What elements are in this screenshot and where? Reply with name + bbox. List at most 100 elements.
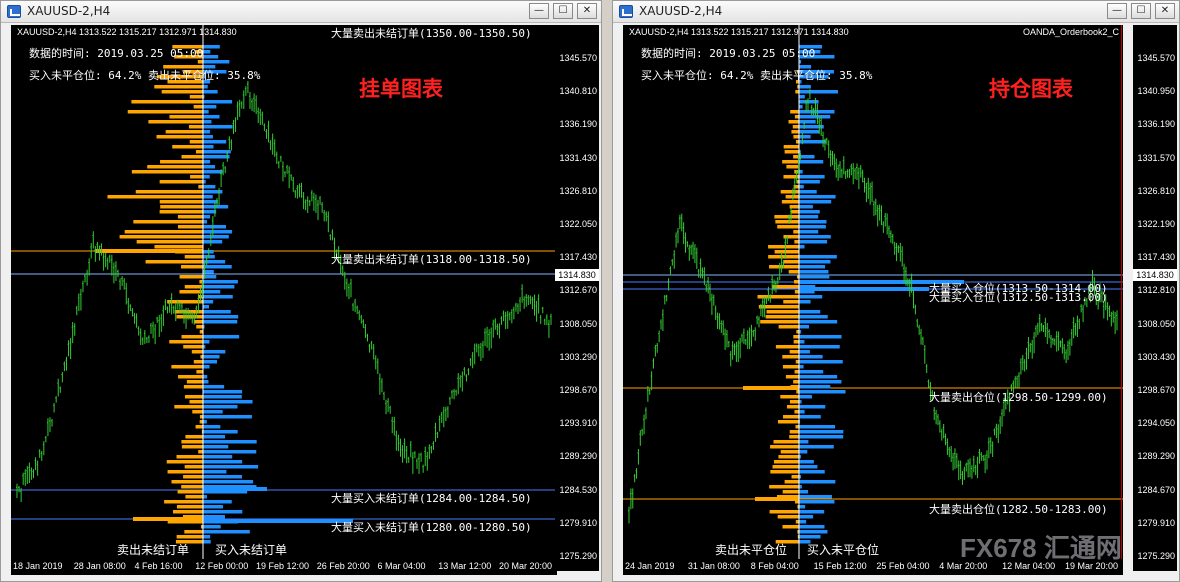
price-tick: 1289.290 [559, 451, 597, 462]
buy-bar [799, 220, 827, 224]
sell-bar [178, 375, 203, 379]
sell-bar [793, 380, 799, 384]
sell-bar [177, 225, 203, 229]
buy-bar [203, 100, 233, 104]
buy-bar [203, 185, 216, 189]
sell-bar [769, 510, 799, 514]
price-tick: 1312.670 [559, 285, 597, 296]
buy-bar [203, 530, 250, 534]
buy-bar [799, 120, 816, 124]
buy-bar [799, 490, 809, 494]
sell-bar [785, 375, 799, 379]
buy-bar [203, 540, 211, 544]
buy-bar [799, 380, 842, 384]
sell-bar [788, 120, 799, 124]
sell-bar [127, 110, 203, 114]
price-tick: 1303.430 [1137, 351, 1175, 362]
sell-bar [775, 345, 799, 349]
buy-bar [203, 165, 216, 169]
sell-bar [119, 235, 203, 239]
sell-bar [179, 275, 203, 279]
buy-bar [799, 170, 803, 174]
sell-bar [183, 345, 203, 349]
buy-bar [799, 495, 832, 499]
sell-bar [181, 155, 203, 159]
buy-bar [203, 385, 225, 389]
sell-bar [784, 150, 799, 154]
sell-bar [136, 240, 203, 244]
price-tick: 1294.050 [1137, 418, 1175, 429]
sell-bar [159, 210, 203, 214]
buy-bar [799, 205, 813, 209]
sell-bar [769, 265, 799, 269]
sell-bar [770, 470, 799, 474]
sell-bar [782, 365, 799, 369]
price-tick: 1340.810 [559, 86, 597, 97]
sell-bar [757, 295, 799, 299]
sell-bar [189, 400, 203, 404]
sell-bar [177, 490, 203, 494]
sell-bar [183, 385, 203, 389]
sell-bar [780, 190, 799, 194]
left-footer-buy: 买入未结订单 [215, 543, 288, 557]
right-chart-window[interactable]: XAUUSD-2,H4 — ☐ ✕ XAUUSD-2,H4 1313.522 1… [612, 0, 1180, 582]
buy-bar [203, 55, 219, 59]
buy-bar [799, 465, 818, 469]
buy-bar [203, 465, 259, 469]
time-tick: 26 Feb 20:00 [316, 561, 370, 571]
sell-bar [156, 135, 203, 139]
right-ratio: 买入未平仓位: 64.2% 卖出未平仓位: 35.8% [641, 69, 873, 82]
sell-bar [172, 145, 203, 149]
buy-bar [203, 395, 242, 399]
buy-bar [799, 415, 821, 419]
sell-bar [791, 130, 799, 134]
buy-bar [203, 235, 229, 239]
close-button[interactable]: ✕ [1155, 3, 1175, 19]
left-time-scale[interactable]: 18 Jan 2019 28 Jan 08:00 4 Feb 16:00 12 Feb… [11, 559, 557, 575]
buy-bar [203, 170, 223, 174]
buy-bar [203, 400, 253, 404]
buy-bar [203, 365, 210, 369]
buy-bar [203, 240, 223, 244]
minimize-button[interactable]: — [529, 3, 549, 19]
close-button[interactable]: ✕ [577, 3, 597, 19]
buy-bar [203, 220, 207, 224]
left-chart-area[interactable]: XAUUSD-2,H4 1313.522 1315.217 1312.971 1… [11, 25, 557, 571]
sell-bar [774, 250, 799, 254]
buy-bar [799, 345, 840, 349]
sell-bar [794, 410, 799, 414]
buy-bar [203, 360, 217, 364]
buy-bar [203, 335, 240, 339]
right-level-label: 大量买入仓位(1312.50-1313.00) [929, 291, 1108, 304]
sell-bar [198, 450, 203, 454]
buy-bar [203, 487, 267, 491]
minimize-button[interactable]: — [1107, 3, 1127, 19]
sell-bar [160, 160, 203, 164]
sell-bar [181, 440, 203, 444]
right-price-scale[interactable]: 1345.570 1340.950 1336.190 1331.570 1326.810… [1133, 25, 1177, 571]
buy-bar [203, 60, 230, 64]
maximize-button[interactable]: ☐ [1131, 3, 1151, 19]
right-titlebar[interactable]: XAUUSD-2,H4 — ☐ ✕ [613, 1, 1179, 23]
left-chart-window[interactable]: XAUUSD-2,H4 — ☐ ✕ XAUUSD-2,H4 1313.522 1… [0, 0, 602, 582]
buy-bar [203, 450, 257, 454]
buy-bar [203, 145, 214, 149]
sell-bar [185, 495, 203, 499]
maximize-button[interactable]: ☐ [553, 3, 573, 19]
buy-bar [799, 235, 831, 239]
buy-bar [203, 285, 235, 289]
buy-bar [203, 390, 243, 394]
sell-bar [124, 230, 203, 234]
buy-bar [203, 515, 225, 519]
sell-bar [770, 445, 799, 449]
sell-bar [774, 215, 799, 219]
left-titlebar[interactable]: XAUUSD-2,H4 — ☐ ✕ [1, 1, 601, 23]
time-tick: 13 Mar 12:00 [438, 561, 492, 571]
buy-bar [799, 85, 811, 89]
price-tick: 1308.050 [1137, 318, 1175, 329]
buy-bar [799, 190, 817, 194]
sell-bar [780, 450, 799, 454]
right-chart-area[interactable]: XAUUSD-2,H4 1313.522 1315.217 1312.971 1… [623, 25, 1123, 571]
left-price-scale[interactable]: 1345.570 1340.810 1336.190 1331.430 1326.810… [555, 25, 599, 571]
sell-bar [783, 145, 799, 149]
